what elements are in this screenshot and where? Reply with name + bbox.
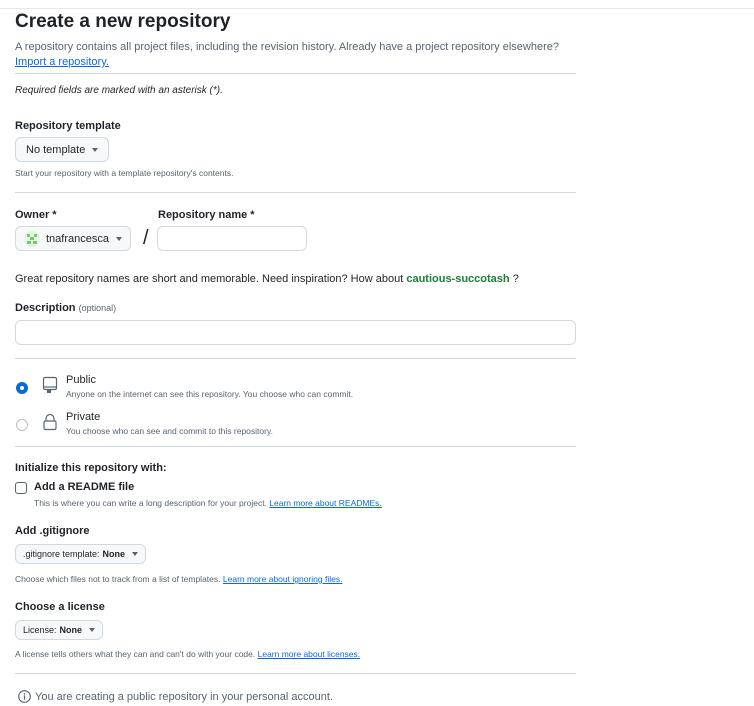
license-learn-more-link[interactable]: Learn more about licenses. — [258, 649, 361, 659]
readme-checkbox[interactable] — [15, 482, 27, 494]
import-repository-link[interactable]: Import a repository. — [15, 56, 109, 68]
divider — [15, 358, 576, 359]
template-value: No template — [26, 143, 86, 156]
lock-icon — [42, 413, 58, 436]
license-dropdown[interactable]: License: None — [15, 620, 104, 640]
chevron-down-icon — [132, 552, 139, 556]
description-label-text: Description — [15, 302, 76, 314]
template-dropdown[interactable]: No template — [15, 137, 110, 162]
description-input[interactable] — [15, 320, 576, 345]
chevron-down-icon — [92, 147, 99, 152]
gitignore-label: Add .gitignore — [15, 525, 90, 537]
divider — [15, 446, 576, 447]
suggestion-suffix: ? — [512, 273, 519, 285]
gitignore-learn-more-link[interactable]: Learn more about ignoring files. — [223, 574, 343, 584]
private-option: Private You choose who can see and commi… — [66, 411, 273, 436]
name-suggestion-text: Great repository names are short and mem… — [15, 273, 519, 285]
template-hint: Start your repository with a template re… — [15, 168, 234, 178]
public-notice-text: You are creating a public repository in … — [35, 690, 333, 703]
license-hint-text: A license tells others what they can and… — [15, 649, 256, 659]
description-label: Description (optional) — [15, 302, 116, 314]
gitignore-dropdown[interactable]: .gitignore template: None — [15, 544, 147, 564]
license-label: Choose a license — [15, 601, 105, 613]
private-description: You choose who can see and commit to thi… — [66, 426, 273, 436]
name-suggestion-link[interactable]: cautious-succotash — [406, 273, 509, 285]
chevron-down-icon — [115, 236, 122, 241]
public-option: Public Anyone on the internet can see th… — [66, 374, 353, 399]
readme-hint-text: This is where you can write a long descr… — [34, 498, 267, 508]
owner-dropdown[interactable]: tnafrancesca — [15, 226, 131, 251]
license-hint: A license tells others what they can and… — [15, 649, 360, 659]
repo-name-input[interactable] — [157, 226, 307, 251]
license-value: None — [59, 625, 83, 635]
owner-value: tnafrancesca — [46, 232, 109, 245]
public-radio[interactable] — [16, 382, 28, 394]
top-divider — [0, 8, 754, 9]
optional-tag: (optional) — [78, 303, 117, 313]
public-description: Anyone on the internet can see this repo… — [66, 389, 354, 399]
chevron-down-icon — [89, 628, 96, 632]
initialize-label: Initialize this repository with: — [15, 462, 167, 474]
suggestion-prefix: Great repository names are short and mem… — [15, 273, 404, 285]
info-icon — [18, 690, 31, 703]
owner-repo-separator: / — [143, 227, 149, 249]
intro-text: A repository contains all project files,… — [15, 41, 559, 53]
private-title: Private — [66, 411, 101, 423]
public-notice: You are creating a public repository in … — [18, 690, 333, 703]
owner-avatar-icon — [24, 230, 40, 247]
template-label: Repository template — [15, 120, 121, 132]
readme-hint: This is where you can write a long descr… — [34, 498, 382, 508]
page-title: Create a new repository — [15, 11, 231, 32]
gitignore-prefix: .gitignore template: — [23, 549, 100, 559]
divider — [15, 673, 576, 674]
owner-label: Owner * — [15, 209, 57, 221]
gitignore-hint: Choose which files not to track from a l… — [15, 574, 342, 584]
readme-learn-more-link[interactable]: Learn more about READMEs. — [269, 498, 381, 508]
required-fields-note: Required fields are marked with an aster… — [15, 85, 223, 96]
gitignore-value: None — [102, 549, 126, 559]
private-radio[interactable] — [16, 419, 28, 431]
divider — [15, 192, 576, 193]
gitignore-hint-text: Choose which files not to track from a l… — [15, 574, 221, 584]
readme-label[interactable]: Add a README file — [34, 481, 134, 493]
license-prefix: License: — [23, 625, 57, 635]
divider — [15, 73, 576, 74]
repo-icon — [42, 376, 58, 399]
public-title: Public — [66, 374, 96, 386]
repo-name-label: Repository name * — [158, 209, 255, 221]
